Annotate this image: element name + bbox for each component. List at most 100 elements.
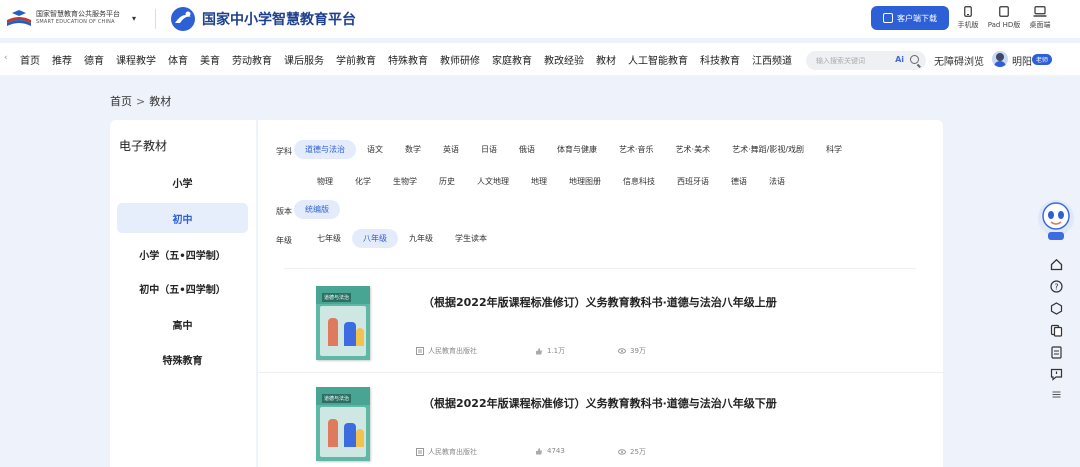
- textbook-card[interactable]: 道德与法治 （根据2022年版课程标准修订）义务教育教科书·道德与法治八年级下册人…: [258, 372, 943, 467]
- subject-chip[interactable]: 体育与健康: [546, 140, 608, 159]
- menu-icon[interactable]: [1046, 384, 1066, 404]
- subject-chip[interactable]: 人文地理: [466, 172, 520, 191]
- nav-item-0[interactable]: 首页: [14, 52, 46, 67]
- user-role-badge: 老师: [1032, 54, 1053, 65]
- subject-chip[interactable]: 道德与法治: [294, 140, 356, 159]
- help-icon[interactable]: ?: [1046, 276, 1066, 296]
- sidebar-stage-item[interactable]: 小学: [117, 167, 248, 197]
- gov-platform-title: 国家智慧教育公共服务平台: [36, 10, 120, 18]
- document-icon[interactable]: [1046, 342, 1066, 362]
- nav-item-14[interactable]: 人工智能教育: [622, 52, 694, 67]
- subject-chip[interactable]: 艺术·舞蹈/影视/戏剧: [721, 140, 815, 159]
- nav-item-8[interactable]: 学前教育: [330, 52, 382, 67]
- ai-search-icon[interactable]: Ai: [895, 55, 904, 64]
- nav-item-13[interactable]: 教材: [590, 52, 622, 67]
- views-meta: 25万: [618, 447, 646, 457]
- textbook-card[interactable]: 道德与法治 （根据2022年版课程标准修订）义务教育教科书·道德与法治八年级上册人…: [258, 272, 943, 367]
- grade-filter-label: 年级: [276, 236, 292, 245]
- client-download-button[interactable]: 客户端下载: [871, 6, 949, 30]
- nav-item-10[interactable]: 教师研修: [434, 52, 486, 67]
- grade-filter-row: 七年级 八年级 九年级 学生读本: [306, 229, 498, 248]
- home-icon[interactable]: [1046, 254, 1066, 274]
- nav-item-4[interactable]: 体育: [162, 52, 194, 67]
- subject-chip[interactable]: 地理图册: [558, 172, 612, 191]
- feedback-icon[interactable]: [1046, 364, 1066, 384]
- subject-chip[interactable]: 科学: [815, 140, 853, 159]
- subject-chip[interactable]: 语文: [356, 140, 394, 159]
- likes-meta[interactable]: 4743: [535, 447, 565, 455]
- nav-item-15[interactable]: 科技教育: [694, 52, 746, 67]
- client-download-label: 客户端下载: [897, 13, 937, 23]
- subject-chip[interactable]: 地理: [520, 172, 558, 191]
- likes-meta[interactable]: 1.1万: [535, 346, 565, 356]
- textbook-panel: 学科 道德与法治 语文 数学 英语 日语 俄语 体育与健康 艺术·音乐 艺术·美术 艺术·舞蹈/影…: [258, 120, 943, 467]
- textbook-title[interactable]: （根据2022年版课程标准修订）义务教育教科书·道德与法治八年级下册: [423, 395, 777, 411]
- grade-chip[interactable]: 学生读本: [444, 229, 498, 248]
- accessibility-link[interactable]: 无障碍浏览: [934, 53, 984, 68]
- cube-icon[interactable]: [1046, 298, 1066, 318]
- subject-chip[interactable]: 日语: [470, 140, 508, 159]
- nav-scroll-right-icon[interactable]: ›: [787, 52, 791, 65]
- breadcrumb: 首页 > 教材: [110, 93, 171, 109]
- nav-item-3[interactable]: 课程教学: [110, 52, 162, 67]
- subject-chip[interactable]: 信息科技: [612, 172, 666, 191]
- search-input[interactable]: 输入搜索关键词 Ai: [806, 51, 926, 70]
- gov-platform-logo[interactable]: 国家智慧教育公共服务平台 SMART EDUCATION OF CHINA: [6, 8, 120, 28]
- textbook-cover-image[interactable]: 道德与法治: [316, 286, 370, 360]
- caret-down-icon[interactable]: ▾: [132, 14, 136, 23]
- device-laptop-link[interactable]: 桌面端: [1020, 6, 1060, 30]
- subject-chip[interactable]: 艺术·音乐: [608, 140, 665, 159]
- device-phone-link[interactable]: 手机版: [948, 6, 988, 30]
- publisher-meta: 人民教育出版社: [416, 447, 477, 457]
- subject-chip[interactable]: 物理: [306, 172, 344, 191]
- search-icon[interactable]: [910, 55, 919, 64]
- nav-item-5[interactable]: 美育: [194, 52, 226, 67]
- nav-item-12[interactable]: 教改经验: [538, 52, 590, 67]
- cover-figure: [328, 419, 338, 447]
- device-tablet-link[interactable]: Pad HD版: [984, 6, 1024, 30]
- nav-item-1[interactable]: 推荐: [46, 52, 78, 67]
- subject-chip[interactable]: 法语: [758, 172, 796, 191]
- edition-chip[interactable]: 统编版: [294, 200, 340, 219]
- sidebar-stage-item[interactable]: 高中: [117, 309, 248, 339]
- nav-item-11[interactable]: 家庭教育: [486, 52, 538, 67]
- sidebar-stage-item[interactable]: 初中: [117, 203, 248, 233]
- textbook-title[interactable]: （根据2022年版课程标准修订）义务教育教科书·道德与法治八年级上册: [423, 294, 777, 310]
- subject-filter-row-1: 道德与法治 语文 数学 英语 日语 俄语 体育与健康 艺术·音乐 艺术·美术 艺术·舞蹈/影视/戏…: [294, 140, 853, 159]
- subject-chip[interactable]: 西班牙语: [666, 172, 720, 191]
- nav-item-7[interactable]: 课后服务: [278, 52, 330, 67]
- site-logo-icon[interactable]: [168, 5, 198, 32]
- grade-chip[interactable]: 九年级: [398, 229, 444, 248]
- nav-item-2[interactable]: 德育: [78, 52, 110, 67]
- nav-item-9[interactable]: 特殊教育: [382, 52, 434, 67]
- publisher-meta: 人民教育出版社: [416, 346, 477, 356]
- grade-chip[interactable]: 七年级: [306, 229, 352, 248]
- nav-item-6[interactable]: 劳动教育: [226, 52, 278, 67]
- thumbs-up-icon: [536, 348, 542, 355]
- grade-chip[interactable]: 八年级: [352, 229, 398, 248]
- subject-chip[interactable]: 历史: [428, 172, 466, 191]
- subject-chip[interactable]: 数学: [394, 140, 432, 159]
- textbook-cover-image[interactable]: 道德与法治: [316, 387, 370, 461]
- subject-filter-row-2: 物理 化学 生物学 历史 人文地理 地理 地理图册 信息科技 西班牙语 德语 法语: [306, 172, 796, 191]
- subject-chip[interactable]: 化学: [344, 172, 382, 191]
- subject-chip[interactable]: 俄语: [508, 140, 546, 159]
- avatar[interactable]: [992, 51, 1008, 67]
- ai-assistant-robot-icon[interactable]: [1036, 196, 1076, 242]
- subject-chip[interactable]: 英语: [432, 140, 470, 159]
- copy-icon[interactable]: [1046, 320, 1066, 340]
- cover-figure: [344, 423, 356, 447]
- subject-chip[interactable]: 生物学: [382, 172, 428, 191]
- edition-filter-row: 统编版: [294, 200, 340, 219]
- device-tablet-label: Pad HD版: [987, 21, 1021, 29]
- user-name[interactable]: 明阳: [1012, 53, 1032, 68]
- sidebar-stage-item[interactable]: 初中（五•四学制）: [117, 273, 248, 303]
- site-title[interactable]: 国家中小学智慧教育平台: [202, 9, 356, 29]
- nav-scroll-left-icon[interactable]: ‹: [4, 53, 8, 63]
- subject-chip[interactable]: 德语: [720, 172, 758, 191]
- subject-chip[interactable]: 艺术·美术: [665, 140, 722, 159]
- sidebar-stage-item[interactable]: 特殊教育: [117, 344, 248, 374]
- filter-divider: [284, 268, 916, 269]
- breadcrumb-home[interactable]: 首页: [110, 95, 132, 108]
- sidebar-stage-item[interactable]: 小学（五•四学制）: [117, 239, 248, 269]
